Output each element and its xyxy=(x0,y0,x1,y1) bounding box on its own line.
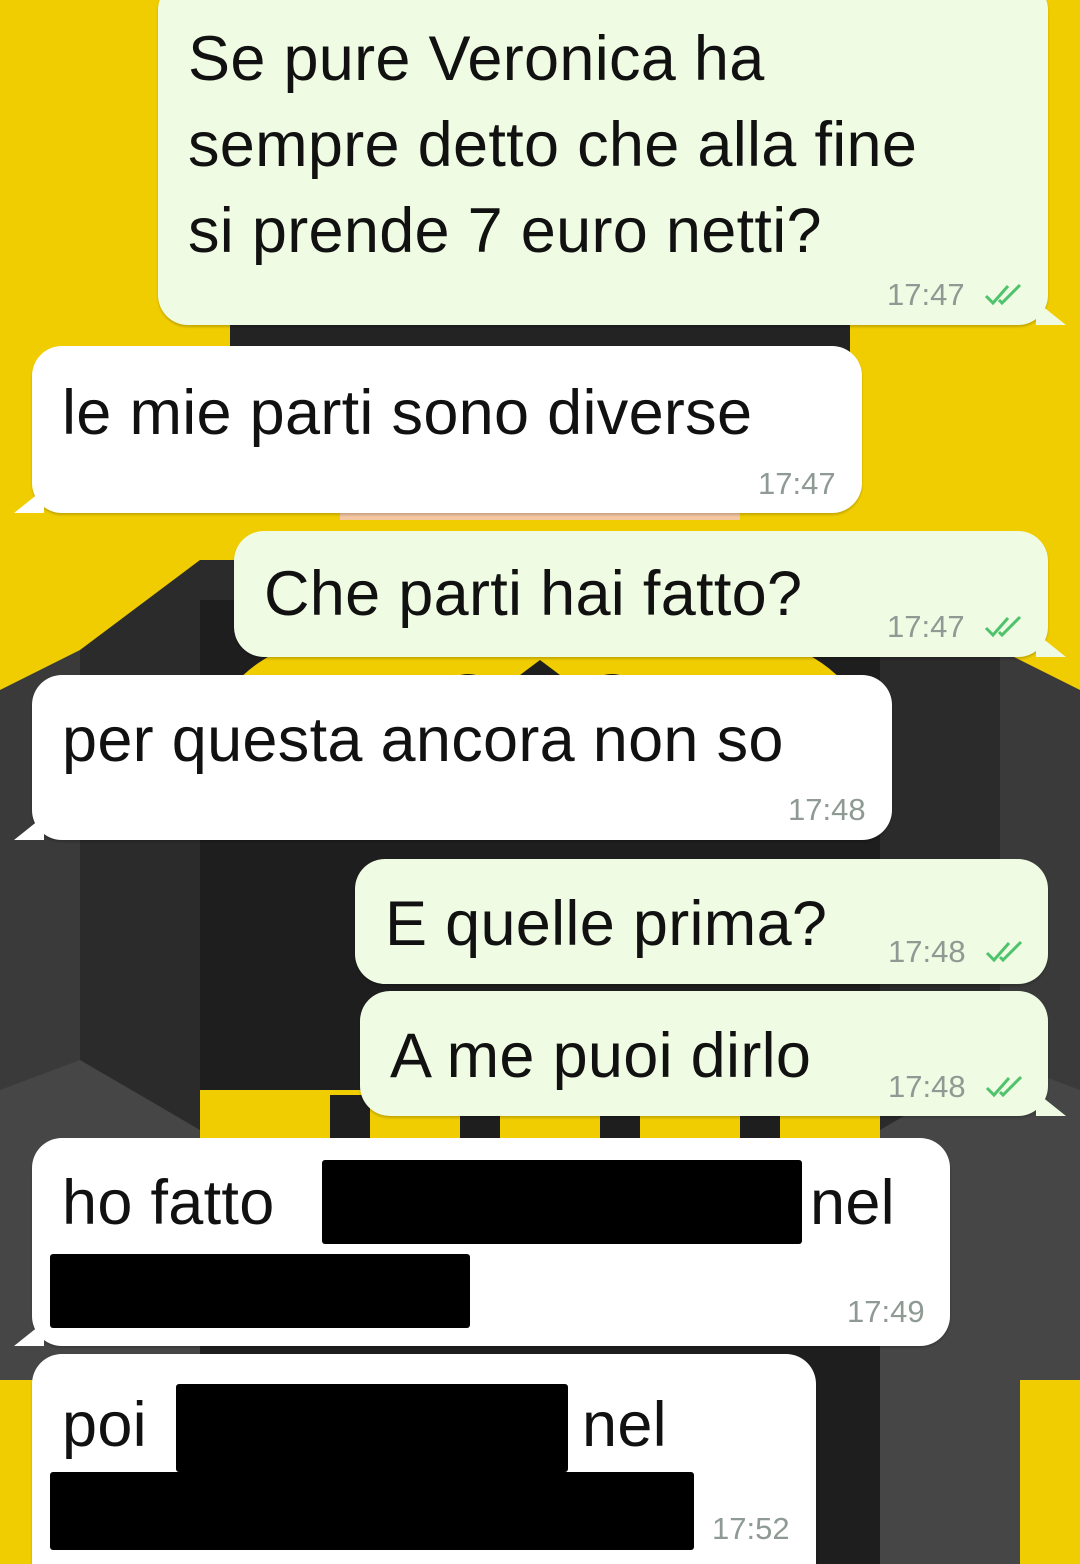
message-timestamp: 17:48 xyxy=(888,1069,966,1104)
message-timestamp: 17:47 xyxy=(887,609,965,644)
message-text-line: Se pure Veronica ha xyxy=(188,24,765,94)
double-check-icon xyxy=(985,940,1023,963)
message-text: Che parti hai fatto? xyxy=(264,559,803,629)
message-bubble-outgoing[interactable]: E quelle prima? 17:48 xyxy=(355,859,1048,984)
redaction-box xyxy=(322,1160,802,1244)
message-timestamp: 17:49 xyxy=(847,1294,925,1329)
message-bubble-incoming[interactable]: poi nel 17:52 xyxy=(32,1354,816,1564)
double-check-icon xyxy=(984,283,1022,306)
redaction-box xyxy=(50,1472,694,1550)
message-bubble-outgoing[interactable]: A me puoi dirlo 17:48 xyxy=(360,991,1066,1116)
double-check-icon xyxy=(985,1075,1023,1098)
redaction-box xyxy=(50,1254,470,1328)
message-text: le mie parti sono diverse xyxy=(62,378,753,448)
message-text: per questa ancora non so xyxy=(62,705,784,775)
message-timestamp: 17:47 xyxy=(887,277,965,312)
double-check-icon xyxy=(984,615,1022,638)
message-bubble-incoming[interactable]: per questa ancora non so 17:48 xyxy=(14,675,892,840)
message-timestamp: 17:52 xyxy=(712,1511,790,1546)
message-text-end: nel xyxy=(810,1168,895,1238)
message-text: E quelle prima? xyxy=(385,889,828,959)
message-text-line: si prende 7 euro netti? xyxy=(188,196,822,266)
message-bubble-incoming[interactable]: ho fatto nel 17:49 xyxy=(14,1138,950,1346)
message-text-end: nel xyxy=(582,1390,667,1460)
message-bubble-outgoing[interactable]: Che parti hai fatto? 17:47 xyxy=(234,531,1066,657)
message-timestamp: 17:48 xyxy=(788,792,866,827)
message-bubble-incoming[interactable]: le mie parti sono diverse 17:47 xyxy=(14,346,862,513)
message-timestamp: 17:47 xyxy=(758,466,836,501)
message-text: A me puoi dirlo xyxy=(390,1021,812,1091)
message-text-start: poi xyxy=(62,1390,147,1460)
message-text-line: sempre detto che alla fine xyxy=(188,110,918,180)
redaction-box xyxy=(176,1384,568,1472)
chat-message-list[interactable]: Se pure Veronica ha sempre detto che all… xyxy=(0,0,1080,1564)
message-bubble-outgoing[interactable]: Se pure Veronica ha sempre detto che all… xyxy=(158,0,1066,325)
message-text-start: ho fatto xyxy=(62,1168,275,1238)
message-timestamp: 17:48 xyxy=(888,934,966,969)
